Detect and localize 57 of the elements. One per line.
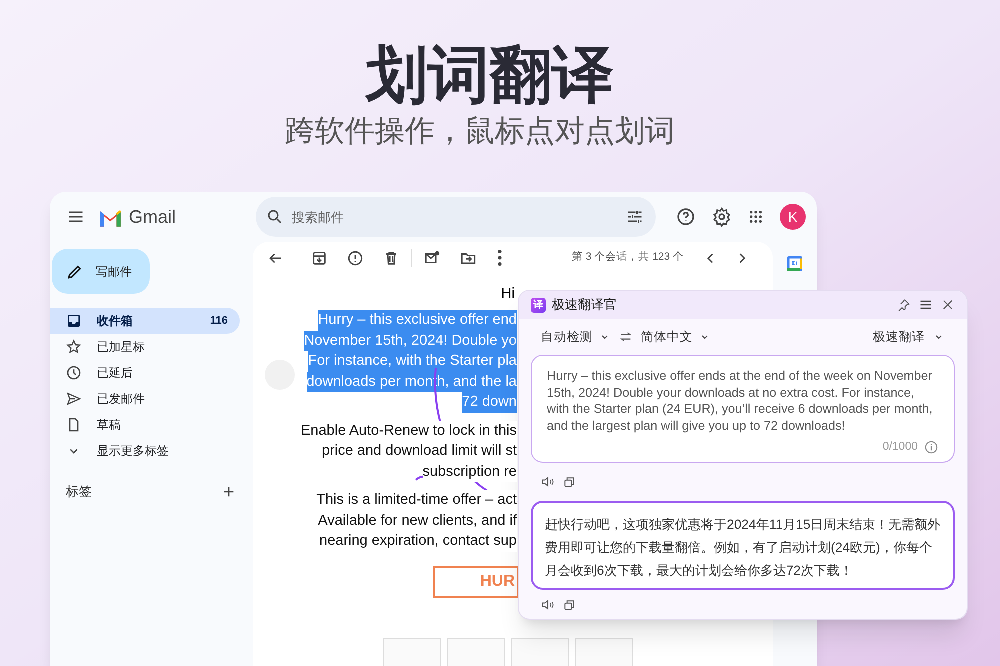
sidebar-item[interactable]: 已加星标 [50,334,240,360]
sidebar-item[interactable]: 已发邮件 [50,386,240,412]
apps-icon [748,209,764,225]
copy-button[interactable] [563,476,576,488]
archive-icon [310,250,328,266]
gmail-logo-icon [98,208,123,226]
hero-subtitle: 跨软件操作，鼠标点对点划词 [285,114,676,150]
copy-icon [563,476,576,488]
email-greeting: Hi [501,285,515,304]
app-name: Gmail [129,206,176,228]
search-icon [266,208,284,226]
star-icon [66,339,82,355]
sidebar-item[interactable]: 草稿 [50,412,240,438]
more-icon [498,250,502,266]
report-icon [346,250,364,266]
send-icon [66,391,82,407]
sidebar-item[interactable]: 已延后 [50,360,240,386]
menu-icon [919,298,933,312]
translated-text: 赶快行动吧，这项独家优惠将于2024年11月15日周末结束！无需额外费用即可让您的下载量翻倍。例如，有了启动计划(24欧元)，你每个月会收到6次下载，最大的计划会给你多达72次下载！ [545,516,941,580]
help-icon [676,207,696,227]
unread-count: 116 [210,314,228,329]
labels-heading: 标签 [66,483,93,501]
info-icon [924,440,939,456]
inbox-icon [66,313,82,329]
source-text-box[interactable] [531,355,955,463]
character-counter: 0/1000 [882,440,918,455]
pin-button[interactable] [896,298,911,312]
sidebar-item[interactable]: 显示更多标签 [50,438,240,464]
copy-button[interactable] [563,598,576,612]
engine-dropdown[interactable]: 极速翻译 [873,328,945,346]
sidebar-item[interactable]: 收件箱 116 [50,308,240,334]
speaker-button[interactable] [541,475,555,489]
pager-text: 第 3 个会话，共 123 个 [572,250,684,266]
target-language-dropdown[interactable]: 简体中文 [641,328,711,346]
swap-button[interactable] [619,330,633,344]
source-language-dropdown[interactable]: 自动检测 [541,328,611,346]
calendar-icon[interactable] [786,255,804,273]
hero-title: 划词翻译 [364,40,615,112]
compose-button[interactable]: 写邮件 [52,249,150,294]
mark-unread-icon [424,250,440,266]
app-logo-icon: 译 [531,298,546,312]
copy-icon [563,598,576,612]
close-button[interactable] [941,298,955,312]
menu-button[interactable] [919,298,933,312]
speaker-button[interactable] [541,598,555,612]
source-text: Hurry – this exclusive offer ends at the end of the week on November 15th, 2024! Double your downloads at no extra cost. For instance, with the Starter plan (24 EUR), you’ll receive 6 downloads per month, and the largest plan will give you up to 72 downloads! [547,368,934,434]
clock-icon [66,365,82,381]
popup-title: 极速翻译官 [552,296,618,314]
close-icon [941,298,955,312]
avatar[interactable]: K [780,204,806,230]
speaker-icon [541,598,555,612]
settings-icon [712,207,732,227]
pin-icon [896,298,911,312]
filter-icon [626,208,644,226]
search-field[interactable]: 搜索邮件 [256,197,656,237]
speaker-icon [541,475,555,489]
swap-icon [619,330,633,344]
